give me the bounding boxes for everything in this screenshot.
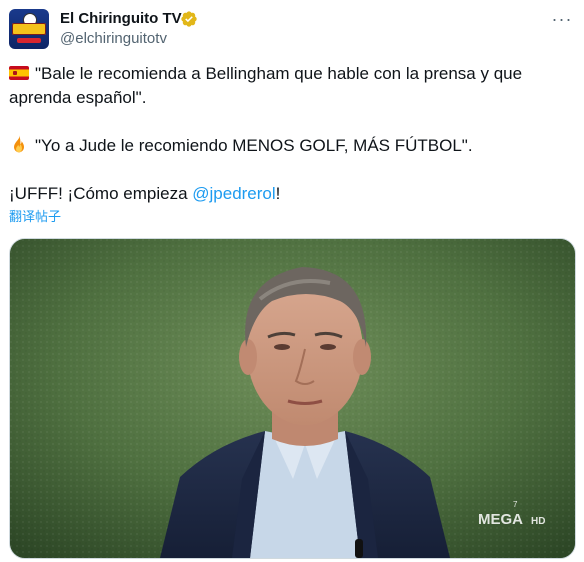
tweet-card: El Chiringuito TV @elchiringuitotv ··· "… [0,0,584,562]
tweet-text-line-3: "Yo a Jude le recomiendo MENOS GOLF, MÁS… [35,136,473,155]
tweet-line-2: aprenda español". [9,88,147,107]
spain-flag-icon [9,66,29,80]
logo-base [17,38,41,43]
tweet-line-4: ¡UFFF! ¡Cómo empieza @jpedrerol! [9,182,574,206]
fire-icon [14,135,24,153]
tweet-line-3: "Yo a Jude le recomiendo MENOS GOLF, MÁS… [9,134,574,158]
tweet-text-line-1: "Bale le recomienda a Bellingham que hab… [35,64,523,83]
watermark-hd-text: HD [531,516,545,527]
presenter-video-frame: MEGA HD 7 [10,239,575,558]
author-handle[interactable]: @elchiringuitotv [60,29,167,49]
tweet-media-image[interactable]: MEGA HD 7 [9,238,576,559]
mention-link[interactable]: @jpedrerol [192,184,275,203]
watermark-mega-text: MEGA [478,511,523,528]
author-display-name[interactable]: El Chiringuito TV [60,9,182,29]
more-horizontal-icon[interactable]: ··· [551,8,573,30]
avatar[interactable] [9,9,49,49]
translate-post-link[interactable]: 翻译帖子 [9,208,61,226]
logo-band [12,23,46,35]
verified-badge-icon [181,11,197,27]
tweet-text-line-4: ¡UFFF! ¡Cómo empieza [9,184,193,203]
tweet-line-1: "Bale le recomienda a Bellingham que hab… [9,62,574,86]
watermark-superscript: 7 [513,500,518,509]
tweet-text-line-4-suffix: ! [275,184,281,203]
